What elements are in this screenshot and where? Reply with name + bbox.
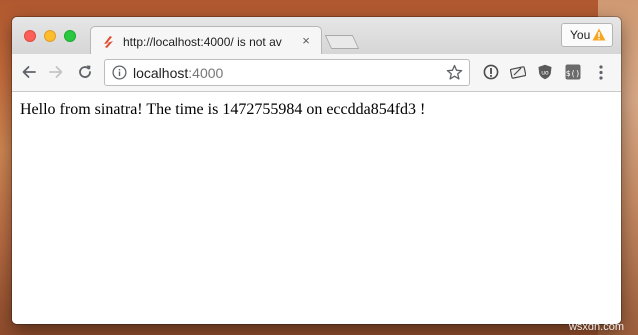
- tab-close-icon[interactable]: ×: [299, 33, 313, 48]
- extension-info-icon[interactable]: [483, 64, 499, 80]
- window-close-button[interactable]: [24, 30, 36, 42]
- forward-arrow-icon[interactable]: [47, 63, 65, 81]
- extension-edit-icon[interactable]: [510, 64, 526, 80]
- new-tab-button[interactable]: [324, 35, 360, 49]
- tab-localhost[interactable]: http://localhost:4000/ is not av ×: [90, 26, 322, 55]
- profile-label: You: [570, 28, 591, 42]
- window-maximize-button[interactable]: [64, 30, 76, 42]
- address-bar[interactable]: localhost:4000: [104, 59, 470, 86]
- back-arrow-icon[interactable]: [20, 63, 38, 81]
- star-icon[interactable]: [446, 64, 463, 81]
- browser-window: http://localhost:4000/ is not av × You l…: [12, 17, 621, 324]
- tab-strip: http://localhost:4000/ is not av × You: [12, 17, 621, 55]
- warning-icon: [592, 28, 606, 41]
- url-host: localhost: [133, 65, 189, 81]
- profile-button[interactable]: You: [561, 23, 613, 47]
- page-content: Hello from sinatra! The time is 14727559…: [12, 92, 621, 324]
- url-port: :4000: [188, 65, 224, 81]
- watermark: wsxdn.com: [568, 321, 624, 333]
- page-body-text: Hello from sinatra! The time is 14727559…: [20, 101, 426, 118]
- window-minimize-button[interactable]: [44, 30, 56, 42]
- extension-dollar-icon[interactable]: $(): [565, 64, 581, 80]
- more-menu-icon[interactable]: [596, 64, 606, 81]
- svg-text:$(): $(): [566, 69, 580, 78]
- ublock-icon[interactable]: uo: [537, 64, 553, 80]
- browser-toolbar: localhost:4000 uo $(): [12, 54, 621, 92]
- url-text: localhost:4000: [133, 65, 223, 81]
- svg-text:uo: uo: [541, 70, 549, 77]
- sinatra-favicon-icon: [104, 36, 113, 48]
- tab-title: http://localhost:4000/ is not av: [123, 35, 282, 49]
- info-icon[interactable]: [112, 65, 127, 80]
- reload-icon[interactable]: [76, 63, 94, 81]
